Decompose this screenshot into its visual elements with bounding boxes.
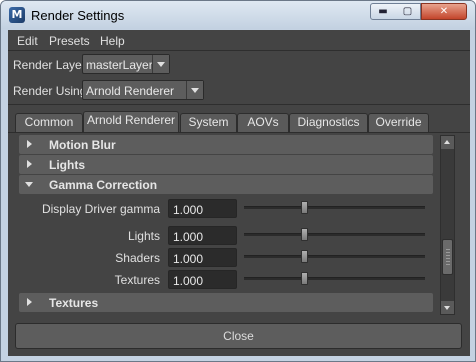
- lights-gamma-field[interactable]: 1.000: [168, 226, 237, 245]
- field-value: 1.000: [173, 203, 204, 217]
- field-value: 1.000: [173, 230, 204, 244]
- section-title: Gamma Correction: [49, 178, 158, 192]
- display-driver-gamma-field[interactable]: 1.000: [168, 199, 237, 218]
- menu-bar: Edit Presets Help: [8, 30, 470, 51]
- slider-track: [244, 233, 425, 236]
- section-textures[interactable]: Textures: [19, 293, 433, 312]
- slider-thumb[interactable]: [301, 250, 308, 263]
- maya-app-icon: M: [9, 7, 25, 23]
- tab-aovs[interactable]: AOVs: [237, 113, 289, 132]
- expanded-arrow-icon: [25, 182, 33, 187]
- render-layer-dropdown-button[interactable]: [152, 55, 169, 73]
- menu-presets[interactable]: Presets: [49, 34, 90, 48]
- slider-thumb[interactable]: [301, 272, 308, 285]
- shaders-gamma-label: Shaders: [115, 251, 160, 265]
- render-using-dropdown[interactable]: Arnold Renderer: [82, 80, 204, 100]
- vertical-scrollbar[interactable]: [440, 135, 455, 315]
- tab-override[interactable]: Override: [368, 113, 429, 132]
- tab-arnold-renderer[interactable]: Arnold Renderer: [83, 111, 179, 133]
- slider-track: [244, 277, 425, 280]
- window-title: Render Settings: [31, 8, 125, 23]
- slider-thumb[interactable]: [301, 201, 308, 214]
- slider-track: [244, 255, 425, 258]
- close-window-button[interactable]: ✕: [421, 3, 467, 20]
- grip-icon: [446, 249, 450, 265]
- textures-gamma-slider[interactable]: [244, 272, 425, 286]
- slider-thumb[interactable]: [301, 228, 308, 241]
- slider-track: [244, 206, 425, 209]
- textures-gamma-label: Textures: [114, 273, 160, 287]
- field-value: 1.000: [173, 252, 204, 266]
- display-driver-gamma-slider[interactable]: [244, 201, 425, 215]
- field-value: 1.000: [173, 274, 204, 288]
- lights-gamma-slider[interactable]: [244, 228, 425, 242]
- section-title: Motion Blur: [49, 138, 116, 152]
- collapsed-arrow-icon: [27, 140, 32, 148]
- menu-help[interactable]: Help: [100, 34, 125, 48]
- collapsed-arrow-icon: [27, 160, 32, 168]
- arnold-renderer-panel: Motion Blur Lights Gamma Correction Disp…: [8, 132, 470, 317]
- shaders-gamma-slider[interactable]: [244, 250, 425, 264]
- tab-diagnostics[interactable]: Diagnostics: [289, 113, 368, 132]
- scrollbar-handle[interactable]: [442, 239, 453, 275]
- tab-system[interactable]: System: [180, 113, 237, 132]
- section-lights[interactable]: Lights: [19, 155, 433, 174]
- minimize-button[interactable]: ▬: [370, 3, 396, 20]
- maximize-button[interactable]: ▢: [395, 3, 421, 20]
- textures-gamma-field[interactable]: 1.000: [168, 270, 237, 289]
- render-layer-label: Render Layer: [13, 58, 86, 72]
- render-using-label: Render Using: [13, 84, 87, 98]
- chevron-down-icon: [191, 88, 199, 93]
- display-driver-gamma-label: Display Driver gamma: [41, 202, 160, 216]
- render-using-dropdown-button[interactable]: [186, 81, 203, 99]
- shaders-gamma-field[interactable]: 1.000: [168, 248, 237, 267]
- header-separator: [8, 104, 470, 105]
- render-settings-window: M Render Settings ▬ ▢ ✕ Edit Presets Hel…: [0, 0, 476, 362]
- render-layer-dropdown[interactable]: masterLayer: [82, 54, 170, 74]
- close-button[interactable]: Close: [15, 323, 462, 349]
- render-layer-value: masterLayer: [86, 58, 153, 72]
- window-client-area: Edit Presets Help Render Layer masterLay…: [8, 30, 470, 356]
- tab-common[interactable]: Common: [15, 113, 83, 132]
- lights-gamma-label: Lights: [127, 229, 160, 243]
- section-gamma-correction[interactable]: Gamma Correction: [19, 175, 433, 194]
- section-motion-blur[interactable]: Motion Blur: [19, 135, 433, 154]
- chevron-down-icon: [157, 62, 165, 67]
- section-title: Lights: [49, 158, 85, 172]
- title-bar[interactable]: M Render Settings ▬ ▢ ✕: [1, 1, 475, 29]
- menu-separator: [8, 50, 470, 51]
- scroll-up-arrow-icon[interactable]: [441, 136, 454, 149]
- render-using-value: Arnold Renderer: [86, 84, 175, 98]
- collapsed-arrow-icon: [27, 298, 32, 306]
- attribute-scroll-area: Motion Blur Lights Gamma Correction Disp…: [19, 135, 434, 315]
- scroll-down-arrow-icon[interactable]: [441, 301, 454, 314]
- section-title: Textures: [49, 296, 99, 310]
- menu-edit[interactable]: Edit: [17, 34, 38, 48]
